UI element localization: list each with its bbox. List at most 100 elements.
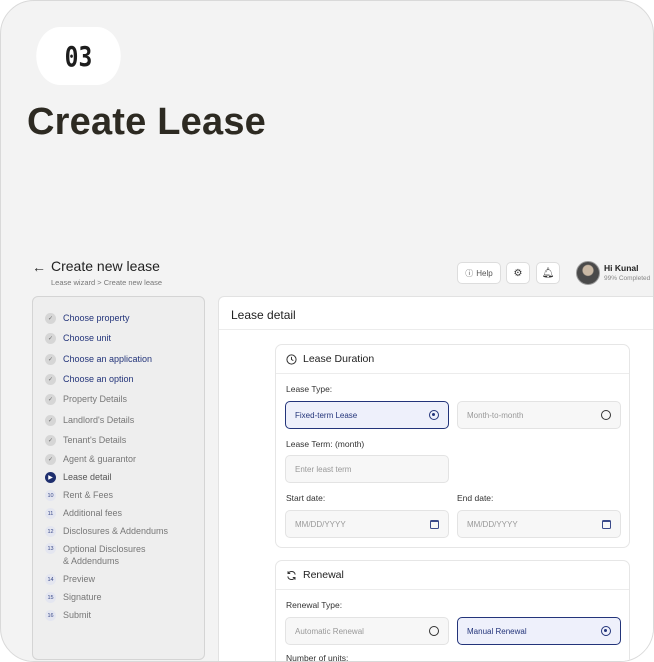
top-bar: ← Create new lease Lease wizard > Create… bbox=[27, 251, 653, 295]
sidebar-item-preview[interactable]: 14 Preview bbox=[45, 574, 95, 585]
radio-unselected-icon bbox=[429, 626, 439, 636]
bell-icon: 🔔︎ bbox=[541, 267, 555, 279]
step-number: 16 bbox=[45, 610, 56, 621]
lease-term-input[interactable]: Enter least term bbox=[285, 455, 449, 483]
renewal-type-label: Renewal Type: bbox=[286, 600, 343, 610]
input-placeholder: MM/DD/YYYY bbox=[295, 519, 346, 529]
option-label: Automatic Renewal bbox=[295, 626, 364, 636]
sidebar-item-property-details[interactable]: ✓ Property Details bbox=[45, 394, 127, 405]
breadcrumb: Lease wizard > Create new lease bbox=[51, 278, 163, 287]
option-label: Fixed-term Lease bbox=[295, 410, 358, 420]
number-of-units-label: Number of units: bbox=[286, 653, 349, 662]
input-placeholder: MM/DD/YYYY bbox=[467, 519, 518, 529]
check-icon: ✓ bbox=[45, 333, 56, 344]
sidebar-item-submit[interactable]: 16 Submit bbox=[45, 610, 91, 621]
sidebar-item-choose-application[interactable]: ✓ Choose an application bbox=[45, 354, 152, 365]
sidebar-item-tenant-details[interactable]: ✓ Tenant's Details bbox=[45, 435, 126, 446]
sidebar-item-label: Optional Disclosures & Addendums bbox=[63, 543, 146, 567]
help-button[interactable]: ⓘ Help bbox=[457, 262, 501, 284]
settings-button[interactable]: ⚙ bbox=[506, 262, 530, 284]
start-date-input[interactable]: MM/DD/YYYY bbox=[285, 510, 449, 538]
section-title: Renewal bbox=[303, 569, 344, 581]
end-date-input[interactable]: MM/DD/YYYY bbox=[457, 510, 621, 538]
showcase-card: 03 Create Lease ← Create new lease Lease… bbox=[0, 0, 654, 662]
section-header: Lease Duration bbox=[286, 353, 374, 365]
sidebar-item-optional-disclosures[interactable]: 13 Optional Disclosures & Addendums bbox=[45, 543, 146, 567]
sidebar-item-label: Choose unit bbox=[63, 333, 112, 343]
back-arrow-icon[interactable]: ← bbox=[32, 259, 46, 275]
clock-icon bbox=[286, 353, 297, 365]
sidebar-item-label: Submit bbox=[63, 610, 92, 620]
month-to-month-option[interactable]: Month-to-month bbox=[457, 401, 621, 429]
calendar-icon[interactable] bbox=[430, 519, 439, 529]
end-date-label: End date: bbox=[457, 493, 494, 503]
wizard-sidebar: ✓ Choose property ✓ Choose unit ✓ Choose… bbox=[32, 296, 205, 660]
sidebar-item-label: Choose an option bbox=[63, 374, 134, 384]
user-greeting: Hi Kunal bbox=[604, 263, 639, 273]
sidebar-item-label: Tenant's Details bbox=[63, 435, 127, 445]
divider bbox=[276, 589, 629, 590]
step-number: 10 bbox=[45, 490, 56, 501]
section-title: Lease Duration bbox=[303, 353, 375, 365]
check-icon: ✓ bbox=[45, 435, 56, 446]
check-icon: ✓ bbox=[45, 394, 56, 405]
radio-unselected-icon bbox=[601, 410, 611, 420]
renewal-section: Renewal Renewal Type: Automatic Renewal … bbox=[275, 560, 630, 662]
check-icon: ✓ bbox=[45, 354, 56, 365]
sidebar-item-label: Choose property bbox=[63, 313, 130, 323]
sidebar-item-rent-fees[interactable]: 10 Rent & Fees bbox=[45, 490, 113, 501]
sidebar-item-label: Choose an application bbox=[63, 354, 153, 364]
gear-icon: ⚙ bbox=[513, 267, 523, 279]
step-number: 13 bbox=[45, 543, 56, 554]
sidebar-item-label: Additional fees bbox=[63, 508, 123, 518]
check-icon: ✓ bbox=[45, 374, 56, 385]
section-header: Renewal bbox=[286, 569, 344, 581]
check-icon: ✓ bbox=[45, 313, 56, 324]
notifications-button[interactable]: 🔔︎ bbox=[536, 262, 560, 284]
option-label: Month-to-month bbox=[467, 410, 524, 420]
input-placeholder: Enter least term bbox=[295, 464, 352, 474]
radio-selected-icon bbox=[601, 626, 611, 636]
sidebar-item-label: Landlord's Details bbox=[63, 415, 135, 425]
sidebar-item-landlord-details[interactable]: ✓ Landlord's Details bbox=[45, 415, 134, 426]
app-screenshot: ← Create new lease Lease wizard > Create… bbox=[27, 251, 653, 662]
step-number-badge: 03 bbox=[36, 27, 121, 85]
lease-duration-section: Lease Duration Lease Type: Fixed-term Le… bbox=[275, 344, 630, 548]
sidebar-item-label: Lease detail bbox=[63, 472, 112, 482]
sidebar-item-label: Rent & Fees bbox=[63, 490, 114, 500]
sidebar-item-label-line1: Optional Disclosures bbox=[63, 544, 146, 554]
check-icon: ✓ bbox=[45, 415, 56, 426]
avatar[interactable] bbox=[576, 261, 600, 285]
help-label: Help bbox=[476, 268, 493, 278]
automatic-renewal-option[interactable]: Automatic Renewal bbox=[285, 617, 449, 645]
sidebar-item-additional-fees[interactable]: 11 Additional fees bbox=[45, 508, 122, 519]
profile-completion: 99% Completed bbox=[604, 275, 651, 282]
lease-term-label: Lease Term: (month) bbox=[286, 439, 365, 449]
sidebar-item-lease-detail[interactable]: ▶ Lease detail bbox=[45, 472, 112, 483]
sidebar-item-choose-property[interactable]: ✓ Choose property bbox=[45, 313, 130, 324]
sidebar-item-label: Preview bbox=[63, 574, 96, 584]
page-title: Create new lease bbox=[51, 258, 160, 274]
fixed-term-option[interactable]: Fixed-term Lease bbox=[285, 401, 449, 429]
lease-detail-panel: Lease detail Lease Duration Lease Type: … bbox=[218, 296, 653, 662]
sidebar-item-disclosures[interactable]: 12 Disclosures & Addendums bbox=[45, 526, 168, 537]
lease-type-label: Lease Type: bbox=[286, 384, 333, 394]
sidebar-item-signature[interactable]: 15 Signature bbox=[45, 592, 102, 603]
sidebar-item-label: Property Details bbox=[63, 394, 128, 404]
help-icon: ⓘ bbox=[465, 268, 474, 278]
sidebar-item-choose-unit[interactable]: ✓ Choose unit bbox=[45, 333, 111, 344]
refresh-icon bbox=[286, 570, 297, 581]
radio-selected-icon bbox=[429, 410, 439, 420]
divider bbox=[276, 373, 629, 374]
sidebar-item-label: Signature bbox=[63, 592, 102, 602]
step-number: 11 bbox=[45, 508, 56, 519]
manual-renewal-option[interactable]: Manual Renewal bbox=[457, 617, 621, 645]
sidebar-item-agent-guarantor[interactable]: ✓ Agent & guarantor bbox=[45, 454, 136, 465]
step-number: 14 bbox=[45, 574, 56, 585]
step-number: 12 bbox=[45, 526, 56, 537]
sidebar-item-choose-option[interactable]: ✓ Choose an option bbox=[45, 374, 134, 385]
sidebar-item-label: Disclosures & Addendums bbox=[63, 526, 169, 536]
calendar-icon[interactable] bbox=[602, 519, 611, 529]
hero-title: Create Lease bbox=[27, 101, 266, 143]
sidebar-item-label-line2: & Addendums bbox=[63, 556, 120, 566]
